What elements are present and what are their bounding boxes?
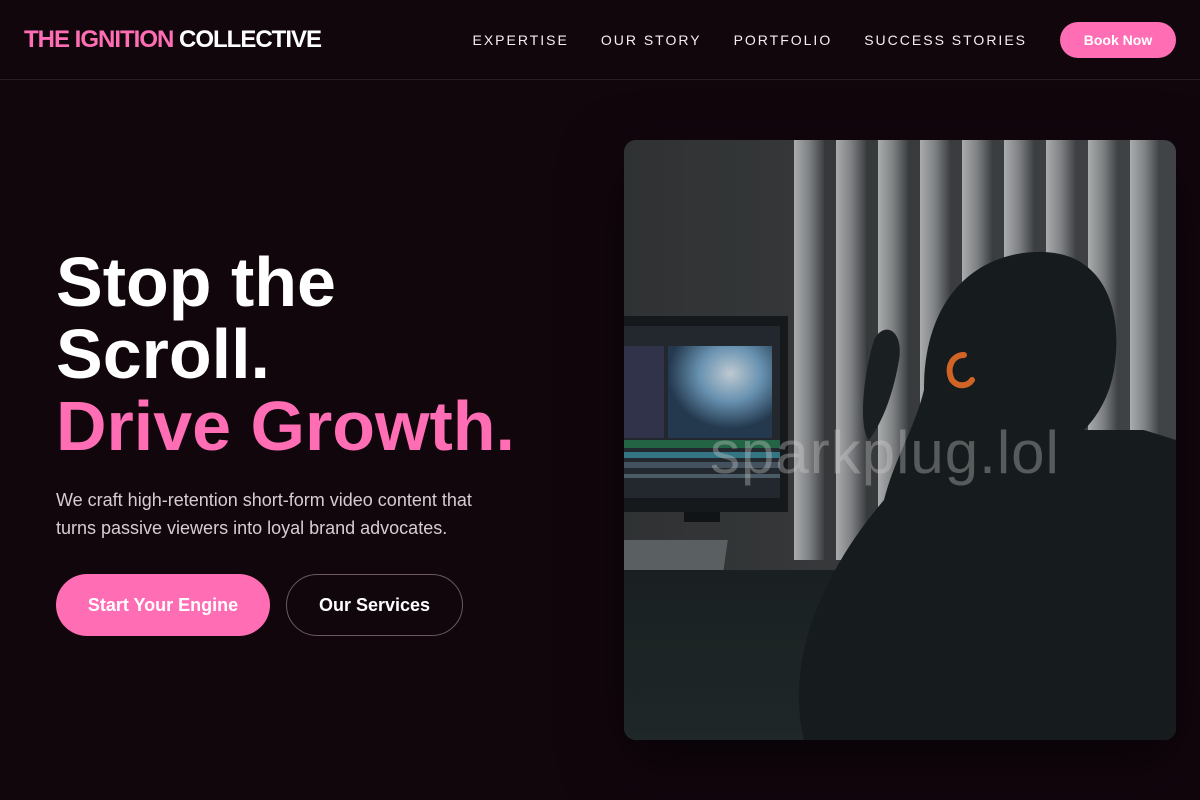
hero-cta-row: Start Your Engine Our Services xyxy=(56,574,576,636)
hero-title-line-1: Stop the xyxy=(56,243,336,321)
hero-subtitle: We craft high-retention short-form video… xyxy=(56,490,472,538)
brand-main-text: COLLECTIVE xyxy=(179,25,322,53)
nav-link-our-story[interactable]: OUR STORY xyxy=(601,32,702,48)
hero-title-line-2: Scroll. xyxy=(56,315,270,393)
hero-title: Stop the Scroll. Drive Growth. xyxy=(56,246,576,462)
site-header: THE IGNITION COLLECTIVE EXPERTISE OUR ST… xyxy=(0,0,1200,80)
our-services-button[interactable]: Our Services xyxy=(286,574,463,636)
brand-logo[interactable]: THE IGNITION COLLECTIVE xyxy=(24,25,322,54)
hero-image: sparkplug.lol xyxy=(624,140,1176,740)
brand-accent-text: THE IGNITION xyxy=(24,25,174,53)
nav-link-expertise[interactable]: EXPERTISE xyxy=(473,32,569,48)
hero-content: Stop the Scroll. Drive Growth. We craft … xyxy=(56,246,576,636)
start-your-engine-button[interactable]: Start Your Engine xyxy=(56,574,270,636)
image-watermark: sparkplug.lol xyxy=(710,419,1060,486)
book-now-button[interactable]: Book Now xyxy=(1060,21,1176,58)
nav-link-success-stories[interactable]: SUCCESS STORIES xyxy=(864,32,1027,48)
nav-link-portfolio[interactable]: PORTFOLIO xyxy=(734,32,833,48)
hero-title-accent: Drive Growth. xyxy=(56,387,515,465)
main-nav: EXPERTISE OUR STORY PORTFOLIO SUCCESS ST… xyxy=(473,21,1176,58)
